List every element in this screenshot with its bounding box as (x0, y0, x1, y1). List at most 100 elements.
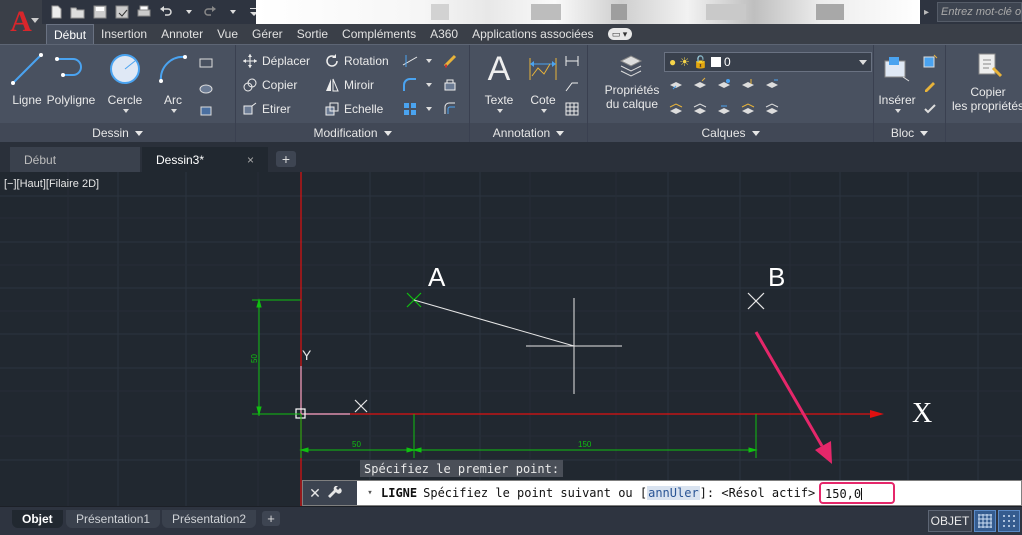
undo-dropdown-icon[interactable] (178, 2, 198, 22)
wrench-icon[interactable] (327, 485, 343, 501)
attribute-icon[interactable] (922, 101, 938, 117)
trim-icon[interactable] (402, 53, 418, 69)
array-icon[interactable] (402, 101, 418, 117)
layer-tool-icon[interactable] (668, 77, 684, 93)
rotation-button[interactable]: Rotation (324, 51, 389, 71)
tab-applications-associees[interactable]: Applications associées (465, 24, 600, 44)
tab-gerer[interactable]: Gérer (245, 24, 290, 44)
layer-tool-icon[interactable] (764, 101, 780, 117)
model-space-button[interactable]: OBJET (928, 510, 972, 532)
drawing-viewport[interactable]: A B X Y 50 50 150 [−][Haut][Filaire 2D] … (0, 172, 1022, 506)
proprietes-du-calque-button[interactable]: Propriétés du calque (602, 49, 662, 121)
redo-dropdown-icon[interactable] (222, 2, 242, 22)
copier-button[interactable]: Copier (242, 75, 297, 95)
layer-tool-icon[interactable] (692, 77, 708, 93)
save-icon[interactable] (90, 2, 110, 22)
layout-tab-presentation1[interactable]: Présentation1 (66, 510, 161, 528)
layer-tool-icon[interactable] (692, 101, 708, 117)
rotate-icon (324, 53, 340, 69)
panel-calques: Propriétés du calque ● ☀ 🔓 0 Calques (588, 45, 874, 143)
inserer-button[interactable]: Insérer (874, 49, 920, 121)
redo-icon[interactable] (200, 2, 220, 22)
layer-tool-icon[interactable] (716, 101, 732, 117)
save-as-icon[interactable] (112, 2, 132, 22)
search-input[interactable]: Entrez mot-clé ou (937, 2, 1022, 22)
chevron-down-icon[interactable] (420, 53, 436, 69)
viewport-controls-label[interactable]: [−][Haut][Filaire 2D] (4, 178, 99, 190)
tab-complements[interactable]: Compléments (335, 24, 423, 44)
tab-sortie[interactable]: Sortie (290, 24, 335, 44)
doc-tab-dessin3[interactable]: Dessin3* × (142, 147, 268, 172)
chevron-down-icon[interactable] (420, 77, 436, 93)
application-menu-button[interactable]: A (0, 0, 42, 44)
miroir-button[interactable]: Miroir (324, 75, 374, 95)
open-folder-icon[interactable] (68, 2, 88, 22)
explode-icon[interactable] (442, 77, 458, 93)
tab-debut[interactable]: Début (46, 24, 95, 44)
region-icon[interactable] (198, 103, 214, 119)
cercle-button[interactable]: Cercle (98, 49, 152, 121)
panel-bloc-title[interactable]: Bloc (874, 123, 945, 143)
layer-tool-icon[interactable] (716, 77, 732, 93)
new-file-icon[interactable] (46, 2, 66, 22)
create-block-icon[interactable] (922, 53, 938, 69)
cercle-label: Cercle (107, 93, 143, 107)
close-icon[interactable]: ✕ (307, 485, 323, 501)
layer-tool-icon[interactable] (668, 101, 684, 117)
text-icon: A (487, 49, 511, 88)
hatch-icon[interactable] (198, 81, 214, 97)
polyligne-label: Polyligne (46, 93, 96, 107)
table-icon[interactable] (564, 101, 580, 117)
layer-tool-icon[interactable] (764, 77, 780, 93)
panel-annotation-title[interactable]: Annotation (470, 123, 587, 143)
new-tab-button[interactable]: + (276, 151, 296, 167)
layout-tab-presentation2[interactable]: Présentation2 (162, 510, 257, 528)
snap-toggle-icon[interactable] (998, 510, 1020, 532)
doc-tab-debut[interactable]: Début (10, 147, 140, 172)
tab-a360[interactable]: A360 (423, 24, 465, 44)
cote-button[interactable]: Cote (516, 49, 570, 121)
mirror-icon (324, 77, 340, 93)
panel-calques-title[interactable]: Calques (588, 123, 873, 143)
deplacer-button[interactable]: Déplacer (242, 51, 310, 71)
panel-dessin-title[interactable]: Dessin (0, 123, 235, 143)
polyligne-button[interactable]: Polyligne (44, 49, 98, 121)
autocad-window: ▸ Entrez mot-clé ou A Début Insertion An… (0, 0, 1022, 535)
close-icon[interactable]: × (247, 153, 254, 167)
tab-insertion[interactable]: Insertion (94, 24, 154, 44)
chevron-down-icon[interactable] (420, 101, 436, 117)
point-b-marker[interactable] (747, 292, 765, 310)
arc-button[interactable]: Arc (146, 49, 200, 121)
command-line[interactable]: ✕ ▾ LIGNE Spécifiez le point suivant ou … (302, 480, 1022, 506)
panel-modification-title[interactable]: Modification (236, 123, 469, 143)
command-input[interactable]: 150,0 (819, 482, 895, 504)
print-icon[interactable] (134, 2, 154, 22)
undo-icon[interactable] (156, 2, 176, 22)
etirer-button[interactable]: Etirer (242, 99, 291, 119)
fillet-icon[interactable] (402, 77, 418, 93)
callout-arrow (754, 331, 832, 464)
linear-dimension-icon[interactable] (564, 53, 580, 69)
dimension-vertical (252, 298, 301, 416)
ribbon-minimize-toggle[interactable]: ▭ ▾ (601, 24, 639, 44)
edit-block-icon[interactable] (922, 77, 938, 93)
layer-tool-icon[interactable] (740, 77, 756, 93)
recent-commands-icon[interactable]: ▾ (363, 484, 377, 502)
layer-dropdown[interactable]: ● ☀ 🔓 0 (664, 52, 872, 72)
search-expand-icon[interactable]: ▸ (924, 2, 936, 22)
tab-annoter[interactable]: Annoter (154, 24, 210, 44)
erase-icon[interactable] (442, 53, 458, 69)
echelle-button[interactable]: Echelle (324, 99, 383, 119)
copier-les-proprietes-button[interactable]: Copier les propriétés (952, 49, 1022, 121)
leader-icon[interactable] (564, 77, 580, 93)
tab-vue[interactable]: Vue (210, 24, 245, 44)
offset-icon[interactable] (442, 101, 458, 117)
rectangle-icon[interactable] (198, 55, 214, 71)
layout-tab-objet[interactable]: Objet (12, 510, 63, 528)
layer-tool-icon[interactable] (740, 101, 756, 117)
grid-toggle-icon[interactable] (974, 510, 996, 532)
drawing-canvas[interactable]: A B X Y 50 50 150 (0, 172, 1022, 506)
new-layout-button[interactable]: + (262, 511, 280, 526)
copy-icon (242, 77, 258, 93)
option-annuler[interactable]: annUler (647, 486, 700, 500)
